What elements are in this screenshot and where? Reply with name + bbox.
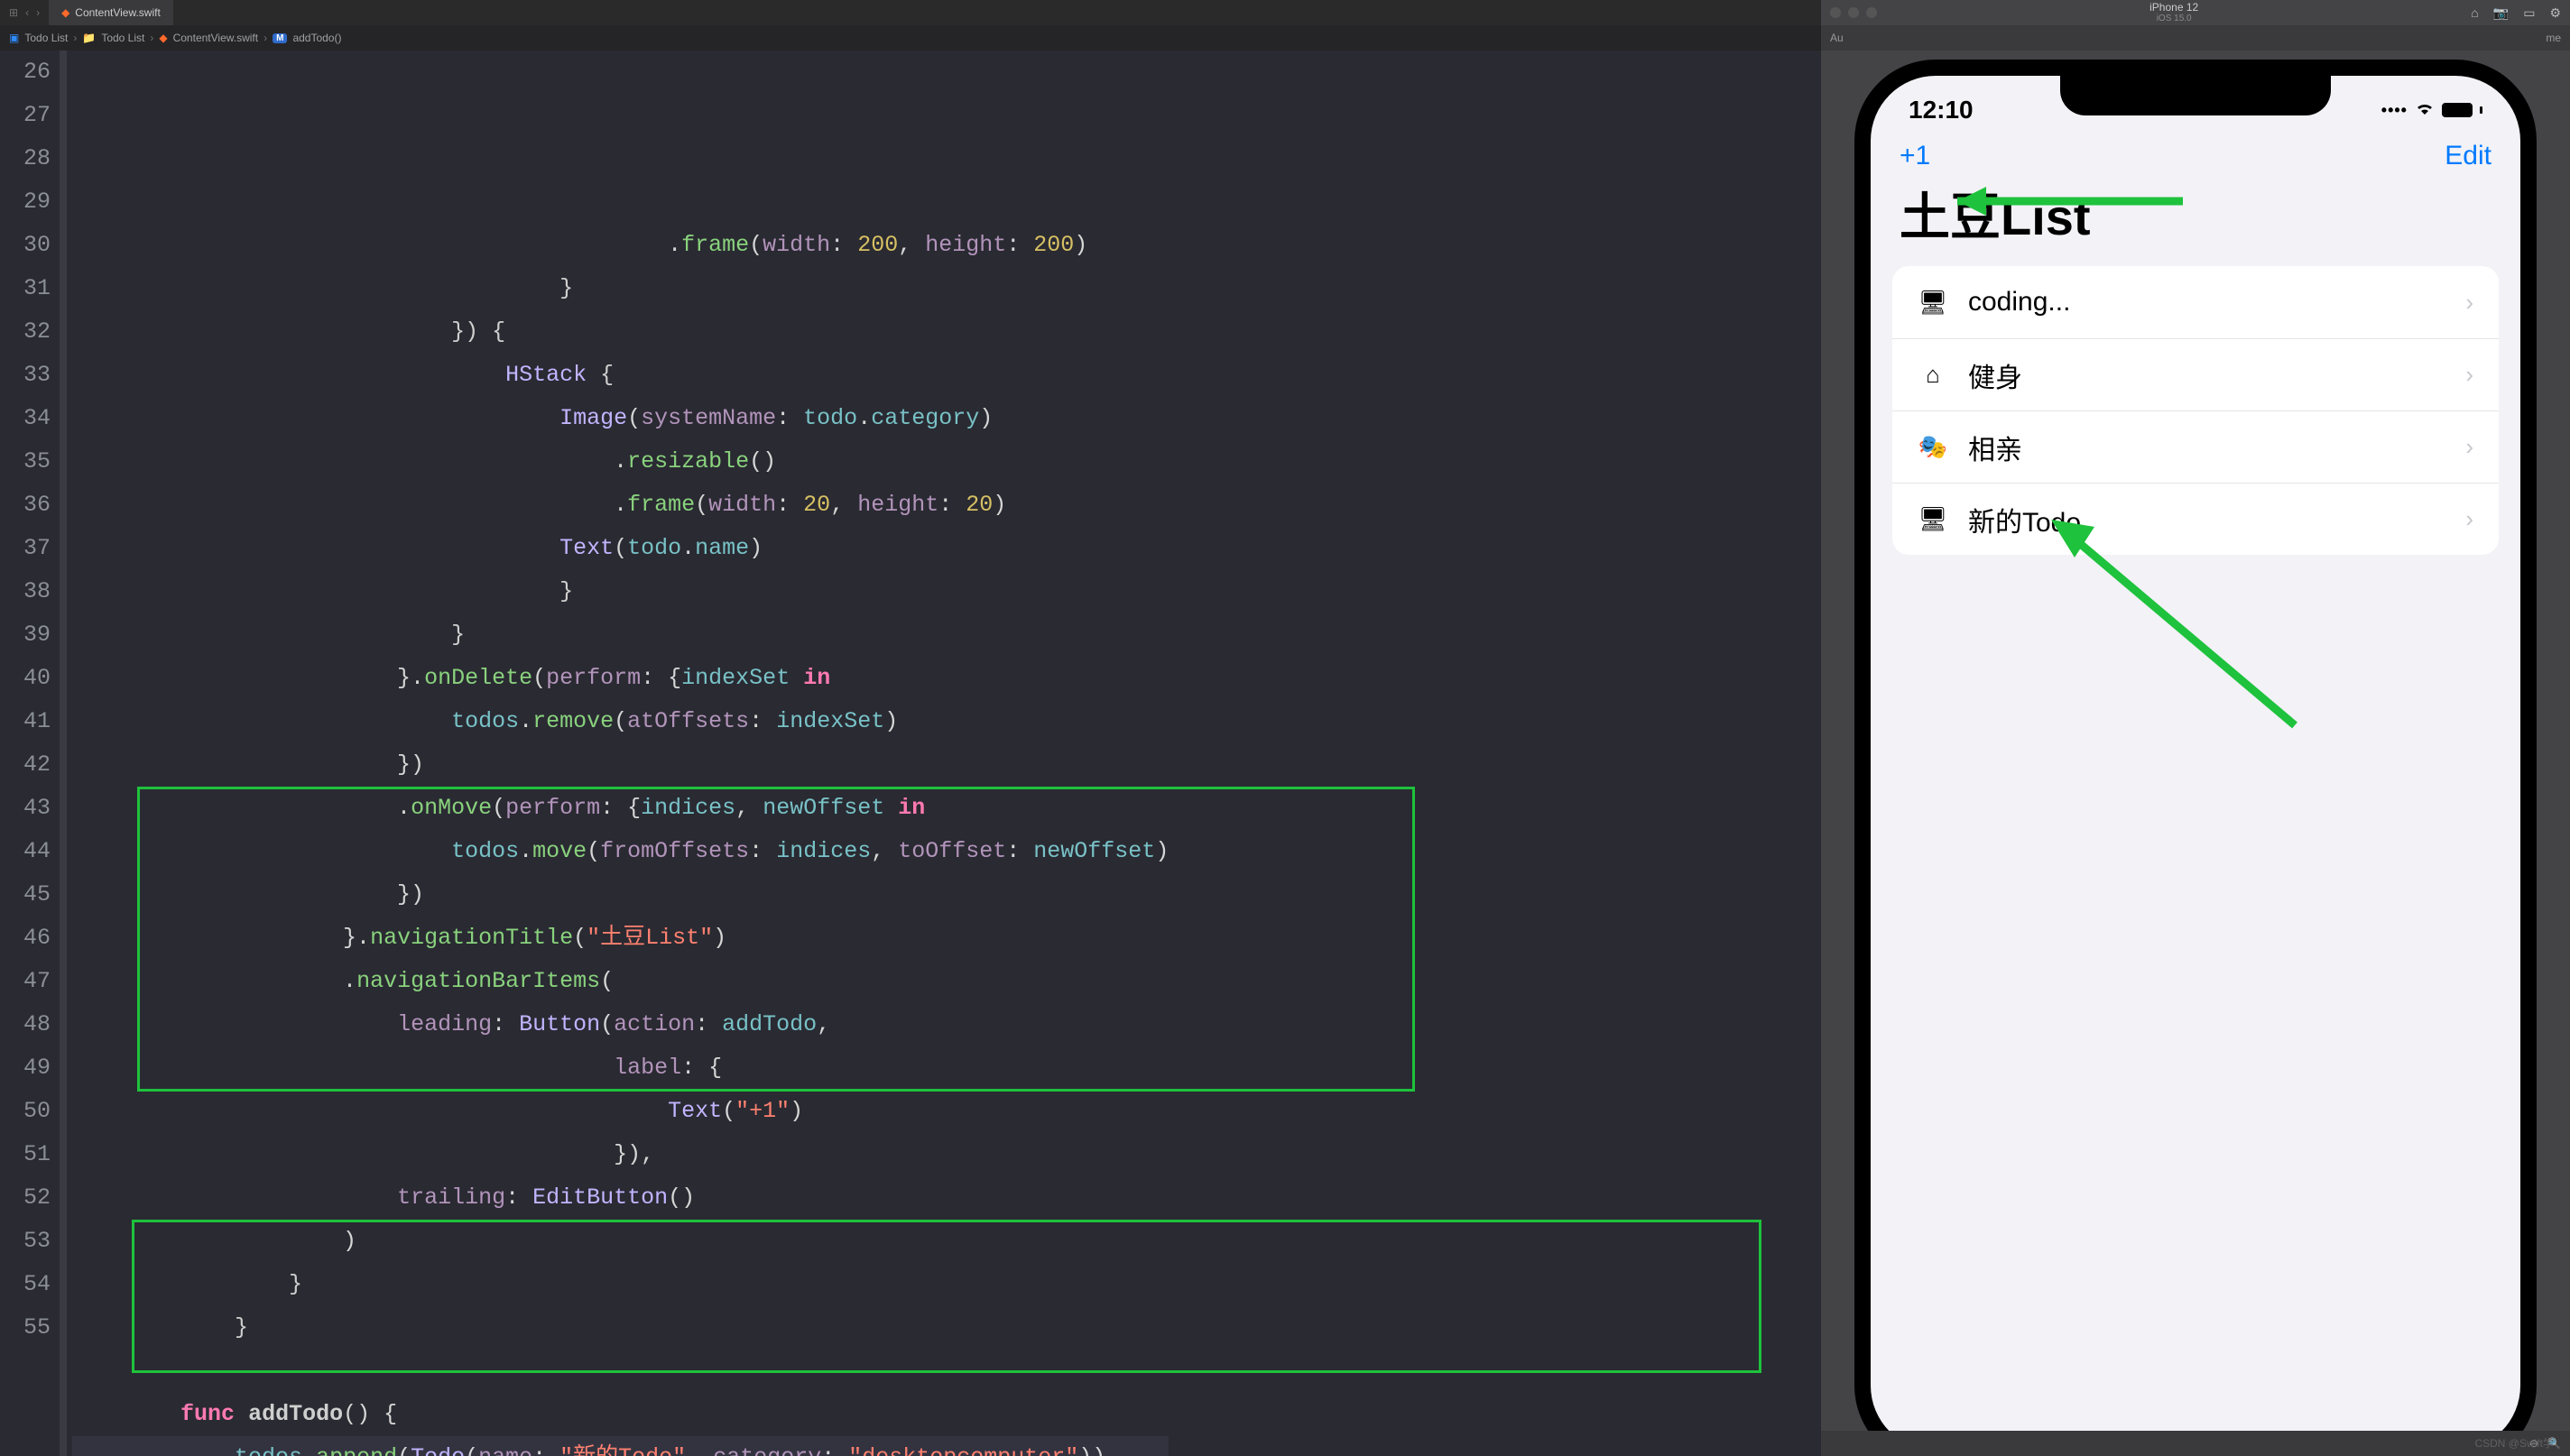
nav-back-icon[interactable]: ‹ bbox=[25, 6, 29, 19]
watermark: CSDN @Swift学 bbox=[2474, 1435, 2554, 1451]
list-item[interactable]: 🎭 相亲 › bbox=[1892, 410, 2499, 483]
row-category-icon: 🖥 bbox=[1918, 289, 1948, 317]
traffic-lights[interactable] bbox=[1830, 7, 1877, 18]
canvas-topbar: iPhone 12 iOS 15.0 ⌂ 📷 ▭ ⚙ bbox=[1821, 0, 2570, 25]
breadcrumb-folder[interactable]: Todo List bbox=[101, 32, 144, 44]
zoom-icon[interactable] bbox=[1866, 7, 1877, 18]
canvas-subbar: Au me bbox=[1821, 25, 2570, 51]
breadcrumb-symbol[interactable]: addTodo() bbox=[292, 32, 341, 44]
nav-forward-icon[interactable]: › bbox=[36, 6, 40, 19]
row-label: 相亲 bbox=[1968, 428, 2022, 467]
list-item[interactable]: 🖥 coding... › bbox=[1892, 266, 2499, 338]
canvas-panel: iPhone 12 iOS 15.0 ⌂ 📷 ▭ ⚙ Au me 12:10 bbox=[1821, 0, 2570, 1456]
code-editor[interactable]: 2627282930313233343536373839404142434445… bbox=[0, 51, 1821, 1456]
status-time: 12:10 bbox=[1909, 96, 1974, 124]
method-badge: M bbox=[273, 33, 287, 43]
iphone-screen[interactable]: 12:10 •••• +1 Edit bbox=[1871, 76, 2520, 1451]
navigation-bar: +1 Edit 土豆List bbox=[1871, 128, 2520, 250]
close-icon[interactable] bbox=[1830, 7, 1841, 18]
folder-icon: 📁 bbox=[82, 32, 96, 44]
minimize-icon[interactable] bbox=[1848, 7, 1859, 18]
screenshot-icon[interactable]: 📷 bbox=[2493, 5, 2509, 21]
todo-list[interactable]: 🖥 coding... › ⌂ 健身 › 🎭 相亲 › 🖥 新的Todo › bbox=[1892, 266, 2499, 555]
row-category-icon: ⌂ bbox=[1918, 361, 1948, 389]
list-item[interactable]: ⌂ 健身 › bbox=[1892, 338, 2499, 410]
line-gutter: 2627282930313233343536373839404142434445… bbox=[0, 51, 60, 1456]
list-item[interactable]: 🖥 新的Todo › bbox=[1892, 483, 2499, 555]
home-icon[interactable]: ⌂ bbox=[2471, 5, 2478, 21]
subbar-right: me bbox=[2546, 32, 2561, 44]
device-label: iPhone 12 iOS 15.0 bbox=[1877, 1, 2471, 24]
related-items-icon[interactable]: ⊞ bbox=[9, 6, 18, 19]
nav-trailing-button[interactable]: Edit bbox=[2445, 141, 2491, 171]
row-category-icon: 🎭 bbox=[1918, 433, 1948, 461]
row-label: coding... bbox=[1968, 287, 2070, 318]
iphone-frame: 12:10 •••• +1 Edit bbox=[1854, 60, 2537, 1456]
chevron-right-icon: › bbox=[263, 32, 267, 44]
file-tab[interactable]: ◆ ContentView.swift bbox=[49, 0, 173, 25]
fold-column bbox=[60, 51, 67, 1456]
settings-icon[interactable]: ⚙ bbox=[2549, 5, 2561, 21]
canvas-body: 12:10 •••• +1 Edit bbox=[1821, 51, 2570, 1456]
chevron-right-icon: › bbox=[73, 32, 77, 44]
chevron-right-icon: › bbox=[2465, 433, 2473, 461]
chevron-right-icon: › bbox=[150, 32, 153, 44]
tab-filename: ContentView.swift bbox=[75, 6, 161, 19]
cellular-icon: •••• bbox=[2381, 101, 2408, 120]
code-content[interactable]: .frame(width: 200, height: 200) } }) { H… bbox=[67, 51, 1169, 1456]
row-label: 健身 bbox=[1968, 355, 2022, 395]
rotate-icon[interactable]: ▭ bbox=[2523, 5, 2535, 21]
chevron-right-icon: › bbox=[2465, 361, 2473, 389]
nav-leading-button[interactable]: +1 bbox=[1900, 141, 1930, 171]
wifi-icon bbox=[2415, 101, 2435, 120]
subbar-left: Au bbox=[1830, 32, 1844, 44]
chevron-right-icon: › bbox=[2465, 289, 2473, 317]
swift-icon: ◆ bbox=[159, 32, 167, 44]
chevron-right-icon: › bbox=[2465, 505, 2473, 533]
breadcrumb-app-icon: ▣ bbox=[9, 32, 19, 44]
swift-icon: ◆ bbox=[61, 6, 69, 19]
canvas-footer: ⊖ 🔍 bbox=[1821, 1431, 2570, 1456]
iphone-notch bbox=[2060, 76, 2331, 115]
row-label: 新的Todo bbox=[1968, 500, 2081, 539]
battery-icon bbox=[2442, 103, 2473, 117]
breadcrumb-file[interactable]: ContentView.swift bbox=[173, 32, 259, 44]
breadcrumb-app[interactable]: Todo List bbox=[24, 32, 68, 44]
row-category-icon: 🖥 bbox=[1918, 505, 1948, 533]
navigation-title: 土豆List bbox=[1900, 177, 2491, 250]
